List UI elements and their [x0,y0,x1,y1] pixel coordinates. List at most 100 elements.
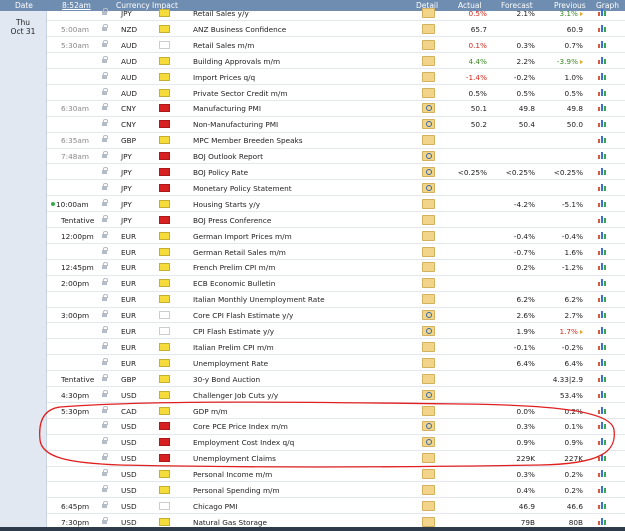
detail-search-icon[interactable] [422,326,435,336]
event-title[interactable]: Manufacturing PMI [193,104,261,113]
event-row[interactable]: USD Employment Cost Index q/q 0.9% 0.9% [47,434,625,451]
detail-folder-icon[interactable] [422,373,435,384]
detail-folder-icon[interactable] [422,516,435,527]
event-row[interactable]: EUR German Retail Sales m/m -0.7% 1.6% [47,244,625,260]
detail-search-icon[interactable] [422,167,435,177]
event-title[interactable]: German Import Prices m/m [193,232,292,241]
event-row[interactable]: CNY Non-Manufacturing PMI 50.2 50.4 50.0 [47,116,625,133]
detail-folder-icon[interactable] [422,23,435,34]
impact-high-icon[interactable] [159,104,170,113]
impact-medium-icon[interactable] [159,501,170,510]
impact-low-icon[interactable] [159,24,170,33]
event-title[interactable]: Employment Cost Index q/q [193,438,294,447]
detail-folder-icon[interactable] [422,8,435,18]
event-row[interactable]: AUD Private Sector Credit m/m 0.5% 0.5% 0.5% [47,85,625,101]
event-title[interactable]: Building Approvals m/m [193,57,280,66]
impact-low-icon[interactable] [159,9,170,17]
detail-folder-icon[interactable] [422,198,435,209]
detail-folder-icon[interactable] [422,357,435,368]
impact-low-icon[interactable] [159,342,170,351]
event-row[interactable]: Tentative GBP 30-y Bond Auction 4.33|2.9 [47,371,625,388]
event-title[interactable]: Private Sector Credit m/m [193,89,287,98]
event-title[interactable]: GDP m/m [193,407,228,416]
detail-folder-icon[interactable] [422,262,435,273]
graph-icon[interactable] [598,56,608,64]
detail-search-icon[interactable] [422,151,435,162]
graph-icon[interactable] [598,437,608,446]
graph-icon[interactable] [598,374,608,382]
graph-icon[interactable] [598,278,608,287]
event-title[interactable]: Core CPI Flash Estimate y/y [193,311,293,320]
detail-search-icon[interactable] [422,182,435,193]
event-title[interactable]: Unemployment Rate [193,359,268,368]
detail-folder-icon[interactable] [422,39,435,50]
event-title[interactable]: ECB Economic Bulletin [193,279,275,288]
detail-folder-icon[interactable] [422,469,435,480]
impact-low-icon[interactable] [159,358,170,367]
detail-folder-icon[interactable] [422,453,435,464]
impact-low-icon[interactable] [159,295,170,304]
event-row[interactable]: JPY Monetary Policy Statement [47,180,625,197]
graph-icon[interactable] [598,421,608,430]
event-row[interactable]: 12:00pm EUR German Import Prices m/m -0.4% -… [47,228,625,244]
graph-icon[interactable] [598,199,608,207]
impact-low-icon[interactable] [159,486,170,494]
event-row[interactable]: 5:30am AUD Retail Sales m/m 0.1% 0.3% 0.7% [47,37,625,54]
impact-low-icon[interactable] [159,56,170,65]
detail-folder-icon[interactable] [422,278,435,289]
impact-high-icon[interactable] [159,183,170,192]
graph-icon[interactable] [598,262,608,271]
event-title[interactable]: Retail Sales m/m [193,41,254,50]
impact-low-icon[interactable] [159,231,170,240]
impact-high-icon[interactable] [159,215,170,224]
impact-high-icon[interactable] [159,168,170,176]
impact-low-icon[interactable] [159,390,170,399]
event-title[interactable]: Core PCE Price Index m/m [193,422,288,431]
impact-low-icon[interactable] [159,247,170,256]
detail-folder-icon[interactable] [422,87,435,98]
event-row[interactable]: USD Unemployment Claims 229K 227K [47,450,625,467]
event-title[interactable]: Monetary Policy Statement [193,184,292,193]
graph-icon[interactable] [598,183,608,191]
graph-icon[interactable] [598,135,608,144]
detail-search-icon[interactable] [422,103,435,114]
detail-folder-icon[interactable] [422,294,435,305]
graph-icon[interactable] [598,390,608,398]
event-title[interactable]: Personal Spending m/m [193,486,280,495]
detail-search-icon[interactable] [422,421,435,432]
event-row[interactable]: USD Personal Income m/m 0.3% 0.2% [47,466,625,483]
impact-medium-icon[interactable] [159,327,170,335]
event-row[interactable]: Tentative JPY BOJ Press Conference [47,212,625,229]
impact-high-icon[interactable] [159,422,170,431]
impact-medium-icon[interactable] [159,311,170,320]
impact-low-icon[interactable] [159,279,170,288]
event-row[interactable]: 12:45pm EUR French Prelim CPI m/m 0.2% -1.2% [47,259,625,276]
graph-icon[interactable] [598,342,608,350]
event-title[interactable]: French Prelim CPI m/m [193,263,275,272]
event-row[interactable]: EUR CPI Flash Estimate y/y 1.9% 1.7% [47,323,625,340]
event-row[interactable]: EUR Italian Prelim CPI m/m -0.1% -0.2% [47,339,625,356]
impact-low-icon[interactable] [159,136,170,145]
graph-icon[interactable] [598,310,608,319]
impact-low-icon[interactable] [159,517,170,526]
detail-folder-icon[interactable] [422,55,435,66]
event-title[interactable]: ANZ Business Confidence [193,25,286,34]
event-row[interactable]: 4:30pm USD Challenger Job Cuts y/y 53.4% [47,387,625,403]
graph-icon[interactable] [598,151,608,160]
impact-medium-icon[interactable] [159,40,170,49]
impact-low-icon[interactable] [159,406,170,415]
impact-low-icon[interactable] [159,374,170,383]
event-title[interactable]: Housing Starts y/y [193,200,260,209]
graph-icon[interactable] [598,231,608,239]
event-row[interactable]: AUD Building Approvals m/m 4.4% 2.2% -3.9% [47,53,625,70]
event-row[interactable]: 5:00am NZD ANZ Business Confidence 65.7 60.9 [47,21,625,38]
event-title[interactable]: German Retail Sales m/m [193,248,286,257]
detail-folder-icon[interactable] [422,485,435,495]
detail-folder-icon[interactable] [422,500,435,511]
graph-icon[interactable] [598,453,608,462]
event-title[interactable]: Unemployment Claims [193,454,276,463]
detail-search-icon[interactable] [422,389,435,400]
event-title[interactable]: 30-y Bond Auction [193,375,260,384]
impact-low-icon[interactable] [159,263,170,272]
graph-icon[interactable] [598,469,608,478]
